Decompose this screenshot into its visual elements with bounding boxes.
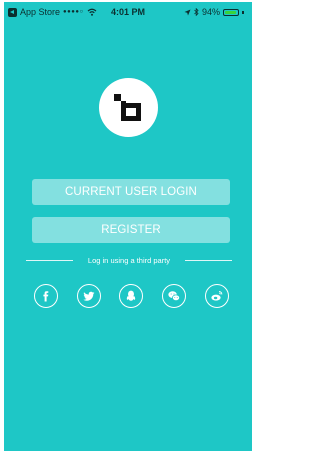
qq-icon[interactable] [119,284,143,308]
twitter-glyph [83,291,95,301]
twitter-icon[interactable] [77,284,101,308]
wechat-icon[interactable] [162,284,186,308]
weibo-glyph [211,291,223,301]
login-screen: App Store ●●●●○ 4:01 PM 94% CURRENT USER… [4,2,252,451]
qq-glyph [126,290,136,301]
third-party-divider: Log in using a third party [26,255,232,267]
facebook-glyph [43,291,49,302]
app-logo [99,78,158,137]
bluetooth-icon [194,8,199,16]
current-user-login-button[interactable]: CURRENT USER LOGIN [32,179,230,205]
facebook-icon[interactable] [34,284,58,308]
weibo-icon[interactable] [205,284,229,308]
social-login-row [4,284,252,310]
battery-percent: 94% [201,7,220,17]
battery-level-fill [225,10,237,14]
location-arrow-icon [184,9,191,15]
divider-line-right [185,260,232,261]
status-bar: App Store ●●●●○ 4:01 PM 94% [4,2,252,22]
register-button[interactable]: REGISTER [32,217,230,243]
battery-tip [242,10,244,14]
brand-glyph-icon [113,93,141,121]
battery-icon [223,8,239,16]
wechat-glyph [168,291,180,302]
status-right: 94% [184,7,244,17]
